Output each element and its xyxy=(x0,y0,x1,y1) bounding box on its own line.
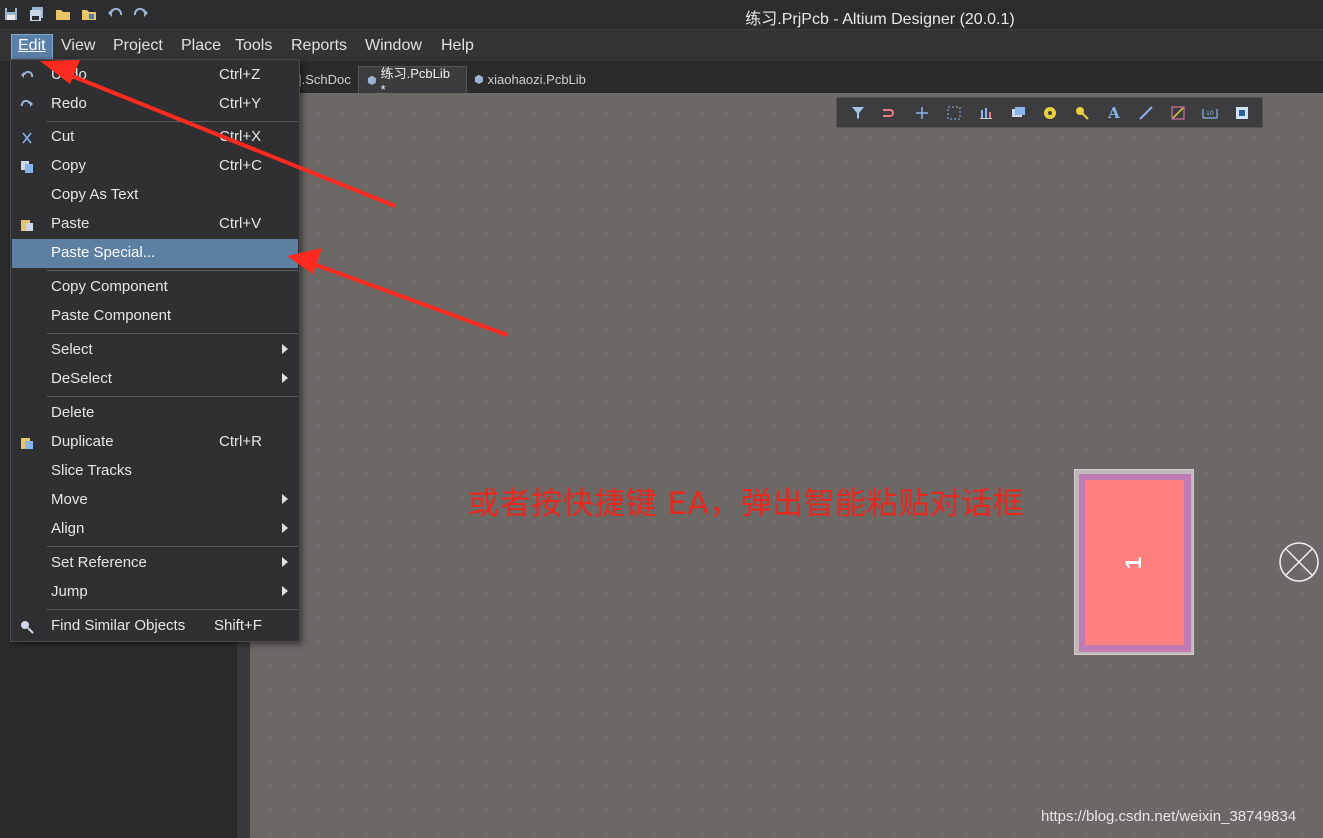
menu-item-paste[interactable]: Paste Ctrl+V xyxy=(12,210,298,239)
pad-designator: 1 xyxy=(1121,556,1147,569)
submenu-arrow-icon xyxy=(282,557,288,567)
pad-icon[interactable] xyxy=(1039,102,1061,124)
submenu-arrow-icon xyxy=(282,523,288,533)
watermark: https://blog.csdn.net/weixin_38749834 xyxy=(1041,808,1297,825)
quick-access-toolbar xyxy=(2,5,150,23)
submenu-arrow-icon xyxy=(282,373,288,383)
text-icon[interactable]: A xyxy=(1103,102,1125,124)
undo-icon xyxy=(18,67,36,85)
submenu-arrow-icon xyxy=(282,494,288,504)
menu-item-find-similar-objects[interactable]: Find Similar Objects Shift+F xyxy=(12,612,298,641)
menu-project[interactable]: Project xyxy=(107,35,169,59)
open-icon[interactable] xyxy=(54,5,72,23)
find-similar-icon xyxy=(18,618,36,636)
dimension-icon[interactable]: 10 xyxy=(1199,102,1221,124)
menu-separator xyxy=(47,396,298,397)
menu-item-align[interactable]: Align xyxy=(12,515,298,544)
document-tabs: ].SchDoc ⬢ 练习.PcbLib * ⬢ xiaohaozi.PcbLi… xyxy=(250,61,1323,97)
cross-icon[interactable] xyxy=(911,102,933,124)
menu-separator xyxy=(47,609,298,610)
via-icon[interactable] xyxy=(1071,102,1093,124)
open-project-icon[interactable] xyxy=(80,5,98,23)
menu-view[interactable]: View xyxy=(55,35,101,59)
title-bar: 练习.PrjPcb - Altium Designer (20.0.1) xyxy=(0,0,1323,29)
menu-item-copy-component[interactable]: Copy Component xyxy=(12,273,298,302)
menu-separator xyxy=(47,270,298,271)
edit-menu: Undo Ctrl+Z Redo Ctrl+Y Cut Ctrl+X Copy … xyxy=(10,59,300,642)
component-icon[interactable] xyxy=(1007,102,1029,124)
menu-item-copy-as-text[interactable]: Copy As Text xyxy=(12,181,298,210)
region-icon[interactable] xyxy=(1231,102,1253,124)
cut-icon xyxy=(18,129,36,147)
menu-reports[interactable]: Reports xyxy=(285,35,353,59)
paste-icon xyxy=(18,216,36,234)
duplicate-icon xyxy=(18,434,36,452)
menu-separator xyxy=(47,546,298,547)
align-icon[interactable] xyxy=(975,102,997,124)
menu-item-jump[interactable]: Jump xyxy=(12,578,298,607)
menu-separator xyxy=(47,333,298,334)
save-all-icon[interactable] xyxy=(28,5,46,23)
window-title: 练习.PrjPcb - Altium Designer (20.0.1) xyxy=(745,11,1015,28)
menu-item-select[interactable]: Select xyxy=(12,336,298,365)
menu-item-paste-component[interactable]: Paste Component xyxy=(12,302,298,331)
origin-marker-icon xyxy=(1279,542,1319,582)
line-icon[interactable] xyxy=(1135,102,1157,124)
menu-help[interactable]: Help xyxy=(435,35,480,59)
pcblib-icon: ⬢ xyxy=(367,74,377,87)
menu-separator xyxy=(47,121,298,122)
submenu-arrow-icon xyxy=(282,344,288,354)
menu-window[interactable]: Window xyxy=(359,35,428,59)
save-icon[interactable] xyxy=(2,5,20,23)
arc-icon[interactable] xyxy=(1167,102,1189,124)
menu-item-undo[interactable]: Undo Ctrl+Z xyxy=(12,61,298,90)
menu-item-cut[interactable]: Cut Ctrl+X xyxy=(12,123,298,152)
route-icon[interactable] xyxy=(879,102,901,124)
menu-bar: Edit View Project Place Tools Reports Wi… xyxy=(0,29,1323,61)
menu-item-copy[interactable]: Copy Ctrl+C xyxy=(12,152,298,181)
menu-item-redo[interactable]: Redo Ctrl+Y xyxy=(12,90,298,119)
menu-tools[interactable]: Tools xyxy=(229,35,278,59)
copy-icon xyxy=(18,158,36,176)
select-rect-icon[interactable] xyxy=(943,102,965,124)
menu-place[interactable]: Place xyxy=(175,35,227,59)
menu-item-deselect[interactable]: DeSelect xyxy=(12,365,298,394)
menu-item-delete[interactable]: Delete xyxy=(12,399,298,428)
pcb-canvas[interactable] xyxy=(250,93,1323,838)
tab-pcblib-active[interactable]: ⬢ 练习.PcbLib * xyxy=(358,66,467,97)
pcblib-icon: ⬢ xyxy=(474,74,484,86)
menu-item-slice-tracks[interactable]: Slice Tracks xyxy=(12,457,298,486)
menu-item-duplicate[interactable]: Duplicate Ctrl+R xyxy=(12,428,298,457)
svg-text:10: 10 xyxy=(1206,110,1214,117)
filter-icon[interactable] xyxy=(847,102,869,124)
undo-icon[interactable] xyxy=(106,5,124,23)
tab-schdoc[interactable]: ].SchDoc xyxy=(290,66,359,93)
redo-icon[interactable] xyxy=(132,5,150,23)
menu-edit[interactable]: Edit xyxy=(11,34,53,60)
tab-xiaohaozi[interactable]: ⬢ xiaohaozi.PcbLib xyxy=(466,66,594,93)
menu-item-paste-special[interactable]: Paste Special... xyxy=(12,239,298,268)
annotation-text: 或者按快捷键 EA，弹出智能粘贴对话框 xyxy=(468,486,1025,522)
menu-item-move[interactable]: Move xyxy=(12,486,298,515)
pad-1[interactable]: 1 xyxy=(1085,480,1184,645)
menu-item-set-reference[interactable]: Set Reference xyxy=(12,549,298,578)
submenu-arrow-icon xyxy=(282,586,288,596)
redo-icon xyxy=(18,96,36,114)
pcb-active-bar: A 10 xyxy=(836,97,1263,128)
